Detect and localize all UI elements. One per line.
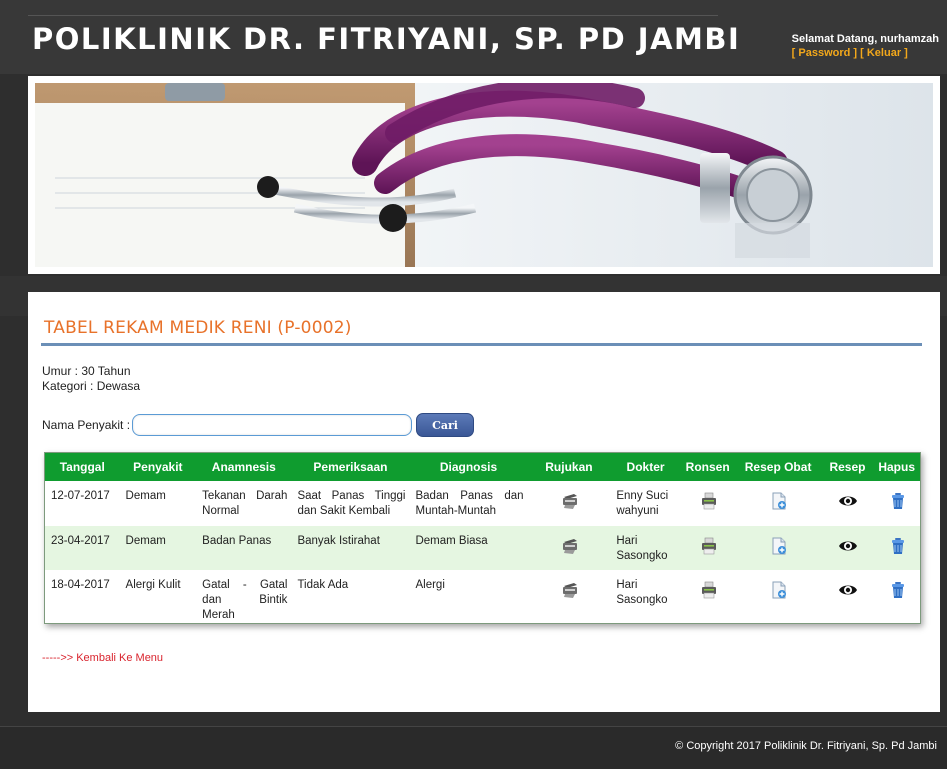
patient-age: Umur : 30 Tahun (42, 364, 131, 378)
search-button[interactable]: Cari (416, 413, 475, 437)
printer-icon[interactable] (560, 494, 580, 514)
back-to-menu-link[interactable]: ----->> Kembali Ke Menu (42, 652, 163, 664)
cell-resep (821, 481, 874, 526)
table-row: 18-04-2017 Alergi Kulit Gatal - Gatal dan … (45, 570, 920, 623)
cell-ronsen (680, 481, 735, 526)
cell-resep-obat (734, 570, 822, 623)
cell-pemeriksaan: Saat Panas Tinggi dan Sakit Kembali (291, 481, 410, 526)
column-header-tanggal: Tanggal (59, 460, 105, 474)
cell-hapus (873, 570, 920, 623)
trash-icon[interactable] (888, 582, 908, 603)
column-header-anamnesis: Anamnesis (211, 460, 276, 474)
cell-hapus (873, 526, 920, 570)
eye-icon[interactable] (838, 541, 858, 559)
cell-penyakit: Alergi Kulit (119, 570, 197, 623)
heading-divider (41, 343, 922, 346)
printer-icon[interactable] (560, 583, 580, 603)
cell-resep (821, 526, 874, 570)
patient-category: Kategori : Dewasa (42, 379, 141, 393)
cell-tanggal: 23-04-2017 (45, 526, 120, 570)
column-header-dokter: Dokter (626, 460, 665, 474)
column-header-hapus: Hapus (878, 460, 916, 474)
add-document-icon[interactable] (769, 537, 789, 559)
cell-pemeriksaan: Tidak Ada (291, 570, 410, 623)
banner-image (35, 83, 933, 267)
footer-divider (0, 726, 947, 727)
xray-printer-icon[interactable] (699, 537, 719, 559)
banner-frame (28, 76, 940, 274)
xray-printer-icon[interactable] (699, 581, 719, 603)
add-document-icon[interactable] (769, 492, 789, 514)
eye-icon[interactable] (838, 496, 858, 514)
cell-ronsen (680, 570, 735, 623)
cell-diagnosis: Demam Biasa (409, 526, 528, 570)
cell-rujukan (527, 526, 611, 570)
trash-icon[interactable] (888, 538, 908, 559)
main-content: TABEL REKAM MEDIK RENI (P-0002) Umur : 3… (28, 292, 940, 712)
header-divider (28, 15, 718, 16)
column-header-resep: Resep (829, 460, 866, 474)
cell-dokter: Hari Sasongko (610, 526, 681, 570)
cell-rujukan (527, 570, 611, 623)
column-header-pemeriksaan: Pemeriksaan (313, 460, 388, 474)
search-input[interactable] (132, 414, 413, 436)
table-header-row: Tanggal Penyakit Anamnesis Pemeriksaan D… (45, 453, 920, 481)
stethoscope-illustration (35, 83, 813, 267)
table-row: 23-04-2017 Demam Badan Panas Banyak Istirah… (45, 526, 920, 570)
cell-resep (821, 570, 874, 623)
column-header-diagnosis: Diagnosis (439, 460, 498, 474)
site-title: POLIKLINIK DR. FITRIYANI, SP. PD JAMBI (32, 22, 741, 56)
cell-hapus (873, 481, 920, 526)
medical-record-table: Tanggal Penyakit Anamnesis Pemeriksaan D… (44, 452, 921, 624)
welcome-block: Selamat Datang, nurhamzah [ Password ] [… (792, 33, 939, 59)
cell-tanggal: 12-07-2017 (45, 481, 120, 526)
cell-rujukan (527, 481, 611, 526)
logout-link[interactable]: [ Keluar ] (860, 47, 908, 59)
table-row: 12-07-2017 Demam Tekanan Darah Normal Saat … (45, 481, 920, 526)
search-form: Nama Penyakit : Cari (42, 413, 475, 437)
cell-anamnesis: Tekanan Darah Normal (196, 481, 292, 526)
column-header-penyakit: Penyakit (133, 460, 183, 474)
cell-diagnosis: Badan Panas dan Muntah-Muntah (409, 481, 528, 526)
cell-resep-obat (734, 526, 822, 570)
cell-pemeriksaan: Banyak Istirahat (291, 526, 410, 570)
site-header: POLIKLINIK DR. FITRIYANI, SP. PD JAMBI S… (0, 0, 947, 74)
cell-dokter: Enny Suci wahyuni (610, 481, 681, 526)
password-link[interactable]: [ Password ] (792, 47, 857, 59)
cell-anamnesis: Badan Panas (196, 526, 292, 570)
column-header-resep-obat: Resep Obat (744, 460, 812, 474)
search-label: Nama Penyakit : (42, 418, 131, 432)
welcome-text: Selamat Datang, nurhamzah (791, 33, 939, 45)
patient-info: Umur : 30 Tahun Kategori : Dewasa (42, 364, 140, 394)
column-header-ronsen: Ronsen (685, 460, 730, 474)
copyright-text: © Copyright 2017 Poliklinik Dr. Fitriyan… (675, 740, 937, 752)
cell-tanggal: 18-04-2017 (45, 570, 120, 623)
cell-ronsen (680, 526, 735, 570)
cell-resep-obat (734, 481, 822, 526)
column-header-rujukan: Rujukan (545, 460, 593, 474)
cell-dokter: Hari Sasongko (610, 570, 681, 623)
cell-diagnosis: Alergi (409, 570, 528, 623)
add-document-icon[interactable] (769, 581, 789, 603)
cell-anamnesis: Gatal - Gatal dan Bintik Merah (196, 570, 292, 623)
xray-printer-icon[interactable] (699, 492, 719, 514)
trash-icon[interactable] (888, 493, 908, 514)
eye-icon[interactable] (838, 585, 858, 603)
site-footer: © Copyright 2017 Poliklinik Dr. Fitriyan… (0, 726, 947, 769)
cell-penyakit: Demam (119, 481, 197, 526)
printer-icon[interactable] (560, 539, 580, 559)
page-title: TABEL REKAM MEDIK RENI (P-0002) (44, 318, 352, 338)
cell-penyakit: Demam (119, 526, 197, 570)
account-links: [ Password ] [ Keluar ] (792, 47, 939, 59)
